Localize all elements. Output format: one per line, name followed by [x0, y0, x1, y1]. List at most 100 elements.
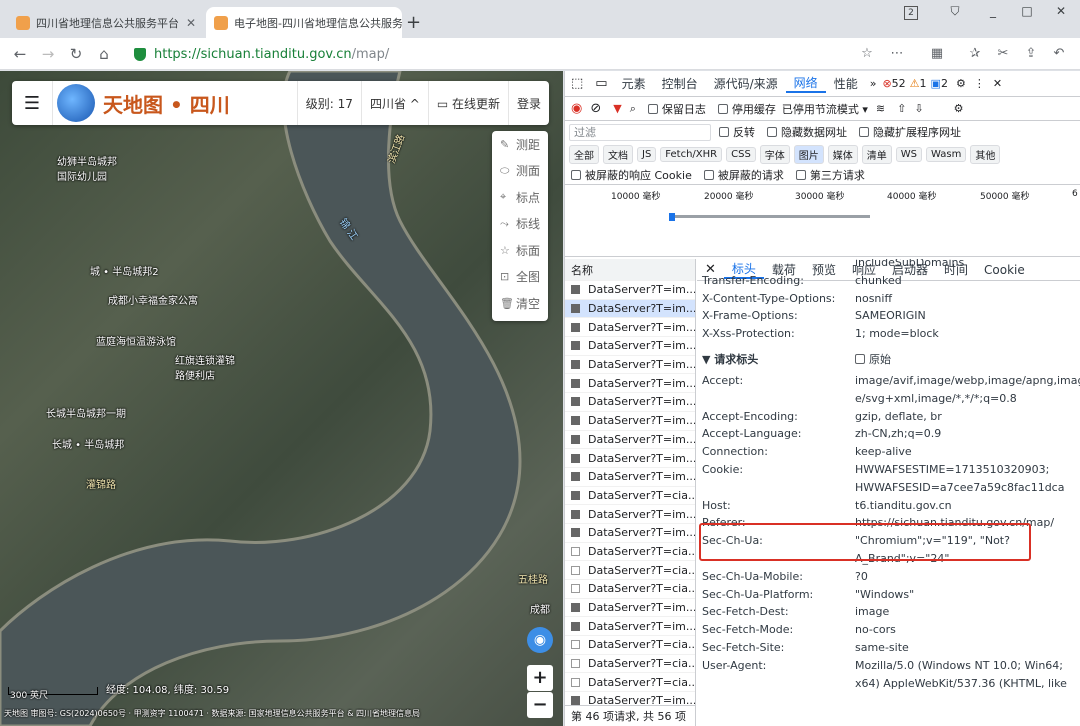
- kebab-icon[interactable]: ⋮: [966, 77, 985, 90]
- favorites-icon[interactable]: ✰: [966, 45, 984, 63]
- preserve-log-checkbox[interactable]: 保留日志: [636, 101, 706, 117]
- filter-ws[interactable]: WS: [895, 146, 923, 162]
- record-icon[interactable]: ◉: [571, 101, 582, 116]
- network-timeline[interactable]: 10000 毫秒 20000 毫秒 30000 毫秒 40000 毫秒 5000…: [565, 185, 1080, 257]
- mark-polygon-tool[interactable]: ☆ 标面: [492, 237, 548, 264]
- name-column-header[interactable]: 名称: [565, 259, 695, 281]
- menu-icon[interactable]: ☰: [12, 93, 52, 114]
- gear-icon[interactable]: ⚙: [948, 77, 966, 90]
- request-row[interactable]: DataServer?T=im...: [565, 374, 695, 394]
- close-icon[interactable]: ✕: [180, 16, 196, 30]
- tab-network[interactable]: 网络: [785, 74, 826, 93]
- filter-img[interactable]: 图片: [793, 144, 824, 164]
- request-row[interactable]: DataServer?T=im...: [565, 318, 695, 338]
- login-button[interactable]: 登录: [509, 95, 549, 112]
- filter-media[interactable]: 媒体: [827, 144, 858, 164]
- hide-extension-urls-checkbox[interactable]: 隐藏扩展程序网址: [847, 124, 961, 140]
- new-tab-button[interactable]: +: [406, 12, 421, 33]
- full-extent-tool[interactable]: ⊡ 全图: [492, 264, 548, 291]
- gear-icon[interactable]: ⚙: [924, 102, 964, 115]
- mark-line-tool[interactable]: ⤳ 标线: [492, 211, 548, 238]
- cut-icon[interactable]: ✂: [994, 45, 1012, 63]
- inspect-icon[interactable]: ⬚: [565, 76, 589, 91]
- tab-electronic-map[interactable]: 电子地图-四川省地理信息公共服务 ✕: [206, 7, 402, 38]
- clear-tool[interactable]: 🗑 清空: [492, 290, 548, 317]
- filter-doc[interactable]: 文档: [603, 144, 633, 164]
- request-row[interactable]: DataServer?T=im...: [565, 617, 695, 637]
- clear-icon[interactable]: ⊘: [582, 101, 601, 116]
- request-row[interactable]: DataServer?T=cia...: [565, 636, 695, 655]
- device-icon[interactable]: ▭: [589, 76, 613, 91]
- request-row[interactable]: DataServer?T=im...: [565, 524, 695, 543]
- request-row[interactable]: DataServer?T=cia...: [565, 655, 695, 674]
- back-icon[interactable]: ←: [10, 44, 30, 64]
- throttling-select[interactable]: 已停用节流模式 ▾: [776, 101, 868, 117]
- filter-all[interactable]: 全部: [569, 144, 599, 164]
- forward-icon[interactable]: →: [38, 44, 58, 64]
- star-icon[interactable]: ☆: [858, 45, 876, 63]
- hide-data-urls-checkbox[interactable]: 隐藏数据网址: [755, 124, 847, 140]
- filter-input[interactable]: 过滤: [569, 123, 711, 141]
- tab-preview[interactable]: 预览: [804, 261, 844, 278]
- filter-icon[interactable]: ▼: [601, 102, 621, 115]
- zoom-in-button[interactable]: +: [527, 665, 553, 691]
- close-icon[interactable]: ✕: [985, 77, 1002, 90]
- request-row[interactable]: DataServer?T=im...: [565, 468, 695, 487]
- request-row[interactable]: DataServer?T=im...: [565, 281, 695, 300]
- request-row[interactable]: DataServer?T=im...: [565, 505, 695, 524]
- map-canvas[interactable]: ☰ 天地图 • 四川 级别: 17 四川省 ^ ▭ 在线更新 登录 ✎ 测距 ⬭ 测…: [0, 71, 563, 726]
- online-update-button[interactable]: ▭ 在线更新: [429, 95, 508, 112]
- request-row[interactable]: DataServer?T=im...: [565, 393, 695, 412]
- mark-point-tool[interactable]: ⌖ 标点: [492, 184, 548, 211]
- filter-css[interactable]: CSS: [726, 146, 756, 162]
- tab-sichuan-platform[interactable]: 四川省地理信息公共服务平台 ✕: [8, 7, 204, 38]
- close-window-button[interactable]: ✕: [1046, 4, 1076, 22]
- undo-icon[interactable]: ↶: [1050, 45, 1068, 63]
- request-row[interactable]: DataServer?T=im...: [565, 412, 695, 431]
- extensions-icon[interactable]: ▦: [928, 45, 946, 63]
- share-icon[interactable]: ⇪: [1022, 45, 1040, 63]
- request-row[interactable]: DataServer?T=cia...: [565, 487, 695, 506]
- address-bar[interactable]: https:// sichuan.tianditu.gov.cn /map/: [126, 42, 912, 66]
- region-selector[interactable]: 四川省 ^: [362, 95, 428, 112]
- upload-icon[interactable]: ⇧: [885, 102, 906, 115]
- zoom-out-button[interactable]: −: [527, 692, 553, 718]
- request-row[interactable]: DataServer?T=im...: [565, 299, 695, 319]
- request-row[interactable]: DataServer?T=cia...: [565, 561, 695, 580]
- filter-manifest[interactable]: 清单: [861, 144, 892, 164]
- tab-sources[interactable]: 源代码/来源: [706, 75, 786, 92]
- minimize-button[interactable]: _: [978, 4, 1008, 22]
- request-row[interactable]: DataServer?T=cia...: [565, 580, 695, 599]
- request-row[interactable]: DataServer?T=cia...: [565, 543, 695, 562]
- tab-elements[interactable]: 元素: [614, 75, 654, 92]
- measure-distance-tool[interactable]: ✎ 测距: [492, 131, 548, 158]
- blocked-requests-checkbox[interactable]: 被屏蔽的请求: [692, 167, 784, 183]
- raw-toggle[interactable]: 原始: [855, 351, 891, 367]
- disable-cache-checkbox[interactable]: 停用缓存: [706, 101, 776, 117]
- tab-count-button[interactable]: 2: [904, 6, 918, 20]
- tab-performance[interactable]: 性能: [826, 75, 866, 92]
- pin-icon[interactable]: ⛉: [940, 4, 970, 22]
- measure-area-tool[interactable]: ⬭ 测面: [492, 158, 548, 185]
- filter-fetch[interactable]: Fetch/XHR: [660, 146, 723, 162]
- request-row[interactable]: DataServer?T=im...: [565, 356, 695, 375]
- search-icon[interactable]: ⌕: [622, 102, 636, 116]
- reload-icon[interactable]: ↻: [66, 44, 86, 64]
- request-row[interactable]: DataServer?T=cia...: [565, 673, 695, 693]
- download-icon[interactable]: ⇩: [906, 102, 923, 115]
- invert-checkbox[interactable]: 反转: [711, 124, 755, 140]
- globe-icon[interactable]: ◉: [527, 627, 553, 653]
- blocked-cookies-checkbox[interactable]: 被屏蔽的响应 Cookie: [571, 167, 692, 183]
- filter-wasm[interactable]: Wasm: [926, 146, 967, 162]
- home-icon[interactable]: ⌂: [94, 44, 114, 64]
- wifi-icon[interactable]: ≋: [868, 102, 885, 115]
- more-tabs-icon[interactable]: »: [866, 77, 881, 90]
- third-party-checkbox[interactable]: 第三方请求: [784, 167, 865, 183]
- request-row[interactable]: DataServer?T=im...: [565, 337, 695, 356]
- tab-console[interactable]: 控制台: [654, 75, 706, 92]
- request-headers-section[interactable]: ▼ 请求标头: [702, 351, 758, 367]
- request-row[interactable]: DataServer?T=im...: [565, 449, 695, 468]
- more-icon[interactable]: ⋯: [888, 45, 906, 63]
- maximize-button[interactable]: □: [1012, 4, 1042, 22]
- filter-other[interactable]: 其他: [970, 144, 1001, 164]
